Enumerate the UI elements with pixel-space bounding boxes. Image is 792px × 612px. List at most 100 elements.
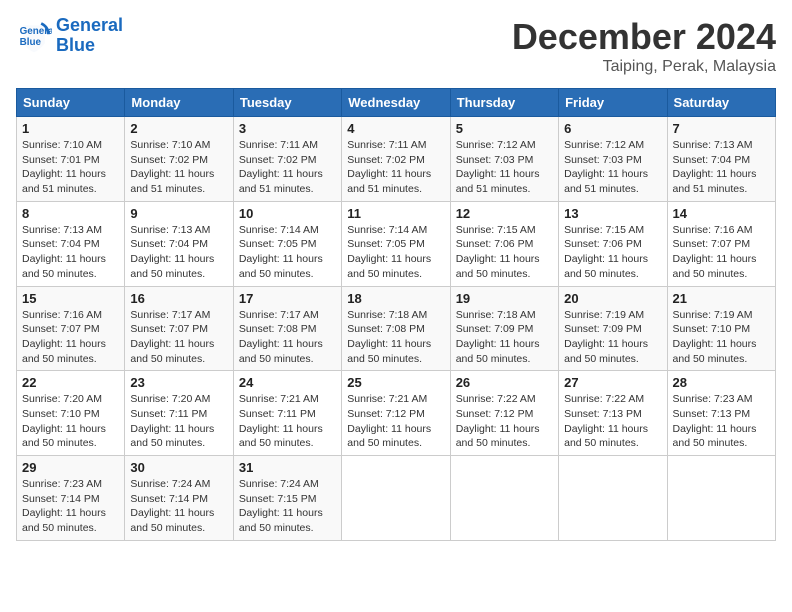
calendar-cell: 28Sunrise: 7:23 AM Sunset: 7:13 PM Dayli… — [667, 371, 775, 456]
month-title: December 2024 — [512, 16, 776, 58]
day-info: Sunrise: 7:13 AM Sunset: 7:04 PM Dayligh… — [673, 138, 770, 197]
calendar-cell: 27Sunrise: 7:22 AM Sunset: 7:13 PM Dayli… — [559, 371, 667, 456]
day-number: 24 — [239, 375, 336, 390]
day-info: Sunrise: 7:13 AM Sunset: 7:04 PM Dayligh… — [130, 223, 227, 282]
day-number: 15 — [22, 291, 119, 306]
logo: General Blue General Blue — [16, 16, 123, 56]
day-number: 31 — [239, 460, 336, 475]
day-number: 8 — [22, 206, 119, 221]
header-thursday: Thursday — [450, 89, 558, 117]
day-number: 26 — [456, 375, 553, 390]
calendar-cell: 17 Sunrise: 7:17 AM Sunset: 7:08 PM Dayli… — [233, 286, 341, 371]
calendar-cell: 24 Sunrise: 7:21 AM Sunset: 7:11 PM Dayli… — [233, 371, 341, 456]
calendar-week-row: 8 Sunrise: 7:13 AM Sunset: 7:04 PM Daylig… — [17, 201, 776, 286]
calendar-cell — [342, 456, 450, 541]
day-number: 7 — [673, 121, 770, 136]
calendar-cell: 3 Sunrise: 7:11 AM Sunset: 7:02 PM Daylig… — [233, 117, 341, 202]
calendar-cell: 20Sunrise: 7:19 AM Sunset: 7:09 PM Dayli… — [559, 286, 667, 371]
title-block: December 2024 Taiping, Perak, Malaysia — [512, 16, 776, 76]
day-info: Sunrise: 7:24 AM Sunset: 7:15 PM Dayligh… — [239, 477, 336, 536]
day-number: 13 — [564, 206, 661, 221]
svg-text:Blue: Blue — [20, 37, 42, 48]
day-info: Sunrise: 7:13 AM Sunset: 7:04 PM Dayligh… — [22, 223, 119, 282]
day-info: Sunrise: 7:16 AM Sunset: 7:07 PM Dayligh… — [673, 223, 770, 282]
day-info: Sunrise: 7:14 AM Sunset: 7:05 PM Dayligh… — [347, 223, 444, 282]
day-number: 14 — [673, 206, 770, 221]
day-number: 11 — [347, 206, 444, 221]
calendar-cell: 11 Sunrise: 7:14 AM Sunset: 7:05 PM Dayli… — [342, 201, 450, 286]
day-info: Sunrise: 7:11 AM Sunset: 7:02 PM Dayligh… — [239, 138, 336, 197]
header-friday: Friday — [559, 89, 667, 117]
day-number: 3 — [239, 121, 336, 136]
day-info: Sunrise: 7:19 AM Sunset: 7:10 PM Dayligh… — [673, 308, 770, 367]
calendar-cell: 13 Sunrise: 7:15 AM Sunset: 7:06 PM Dayli… — [559, 201, 667, 286]
calendar-cell: 18 Sunrise: 7:18 AM Sunset: 7:08 PM Dayli… — [342, 286, 450, 371]
day-number: 9 — [130, 206, 227, 221]
day-number: 2 — [130, 121, 227, 136]
calendar-cell: 14 Sunrise: 7:16 AM Sunset: 7:07 PM Dayli… — [667, 201, 775, 286]
day-number: 4 — [347, 121, 444, 136]
day-number: 6 — [564, 121, 661, 136]
calendar-cell: 4 Sunrise: 7:11 AM Sunset: 7:02 PM Daylig… — [342, 117, 450, 202]
calendar-cell: 30Sunrise: 7:24 AM Sunset: 7:14 PM Dayli… — [125, 456, 233, 541]
day-number: 16 — [130, 291, 227, 306]
calendar-week-row: 1 Sunrise: 7:10 AM Sunset: 7:01 PM Daylig… — [17, 117, 776, 202]
day-number: 5 — [456, 121, 553, 136]
day-number: 23 — [130, 375, 227, 390]
day-info: Sunrise: 7:22 AM Sunset: 7:12 PM Dayligh… — [456, 392, 553, 451]
day-info: Sunrise: 7:15 AM Sunset: 7:06 PM Dayligh… — [564, 223, 661, 282]
day-info: Sunrise: 7:18 AM Sunset: 7:09 PM Dayligh… — [456, 308, 553, 367]
day-info: Sunrise: 7:14 AM Sunset: 7:05 PM Dayligh… — [239, 223, 336, 282]
day-number: 30 — [130, 460, 227, 475]
day-info: Sunrise: 7:17 AM Sunset: 7:08 PM Dayligh… — [239, 308, 336, 367]
calendar-cell: 10 Sunrise: 7:14 AM Sunset: 7:05 PM Dayli… — [233, 201, 341, 286]
calendar-cell: 29 Sunrise: 7:23 AM Sunset: 7:14 PM Dayli… — [17, 456, 125, 541]
day-number: 29 — [22, 460, 119, 475]
day-info: Sunrise: 7:10 AM Sunset: 7:01 PM Dayligh… — [22, 138, 119, 197]
header-saturday: Saturday — [667, 89, 775, 117]
day-info: Sunrise: 7:20 AM Sunset: 7:10 PM Dayligh… — [22, 392, 119, 451]
day-info: Sunrise: 7:15 AM Sunset: 7:06 PM Dayligh… — [456, 223, 553, 282]
header-tuesday: Tuesday — [233, 89, 341, 117]
day-number: 25 — [347, 375, 444, 390]
calendar-cell: 22 Sunrise: 7:20 AM Sunset: 7:10 PM Dayli… — [17, 371, 125, 456]
day-number: 28 — [673, 375, 770, 390]
calendar-cell: 26 Sunrise: 7:22 AM Sunset: 7:12 PM Dayli… — [450, 371, 558, 456]
day-info: Sunrise: 7:16 AM Sunset: 7:07 PM Dayligh… — [22, 308, 119, 367]
day-info: Sunrise: 7:17 AM Sunset: 7:07 PM Dayligh… — [130, 308, 227, 367]
day-number: 17 — [239, 291, 336, 306]
calendar-cell: 12Sunrise: 7:15 AM Sunset: 7:06 PM Dayli… — [450, 201, 558, 286]
page-header: General Blue General Blue December 2024 … — [16, 16, 776, 76]
logo-name-line2: Blue — [56, 36, 123, 56]
calendar-cell: 5Sunrise: 7:12 AM Sunset: 7:03 PM Daylig… — [450, 117, 558, 202]
calendar-cell: 15 Sunrise: 7:16 AM Sunset: 7:07 PM Dayli… — [17, 286, 125, 371]
calendar-cell: 7 Sunrise: 7:13 AM Sunset: 7:04 PM Daylig… — [667, 117, 775, 202]
day-info: Sunrise: 7:11 AM Sunset: 7:02 PM Dayligh… — [347, 138, 444, 197]
calendar-week-row: 15 Sunrise: 7:16 AM Sunset: 7:07 PM Dayli… — [17, 286, 776, 371]
calendar-header-row: Sunday Monday Tuesday Wednesday Thursday… — [17, 89, 776, 117]
calendar-cell: 21Sunrise: 7:19 AM Sunset: 7:10 PM Dayli… — [667, 286, 775, 371]
calendar-cell: 31 Sunrise: 7:24 AM Sunset: 7:15 PM Dayli… — [233, 456, 341, 541]
calendar-cell: 6 Sunrise: 7:12 AM Sunset: 7:03 PM Daylig… — [559, 117, 667, 202]
day-info: Sunrise: 7:20 AM Sunset: 7:11 PM Dayligh… — [130, 392, 227, 451]
day-info: Sunrise: 7:12 AM Sunset: 7:03 PM Dayligh… — [564, 138, 661, 197]
location: Taiping, Perak, Malaysia — [512, 58, 776, 76]
day-number: 18 — [347, 291, 444, 306]
day-info: Sunrise: 7:10 AM Sunset: 7:02 PM Dayligh… — [130, 138, 227, 197]
calendar-cell: 8 Sunrise: 7:13 AM Sunset: 7:04 PM Daylig… — [17, 201, 125, 286]
day-info: Sunrise: 7:21 AM Sunset: 7:11 PM Dayligh… — [239, 392, 336, 451]
logo-icon: General Blue — [16, 18, 52, 54]
day-info: Sunrise: 7:23 AM Sunset: 7:14 PM Dayligh… — [22, 477, 119, 536]
day-info: Sunrise: 7:18 AM Sunset: 7:08 PM Dayligh… — [347, 308, 444, 367]
day-number: 22 — [22, 375, 119, 390]
day-number: 27 — [564, 375, 661, 390]
header-sunday: Sunday — [17, 89, 125, 117]
header-monday: Monday — [125, 89, 233, 117]
header-wednesday: Wednesday — [342, 89, 450, 117]
calendar-week-row: 22 Sunrise: 7:20 AM Sunset: 7:10 PM Dayli… — [17, 371, 776, 456]
calendar-cell: 23 Sunrise: 7:20 AM Sunset: 7:11 PM Dayli… — [125, 371, 233, 456]
calendar-cell: 16 Sunrise: 7:17 AM Sunset: 7:07 PM Dayli… — [125, 286, 233, 371]
day-number: 20 — [564, 291, 661, 306]
day-number: 10 — [239, 206, 336, 221]
day-number: 1 — [22, 121, 119, 136]
